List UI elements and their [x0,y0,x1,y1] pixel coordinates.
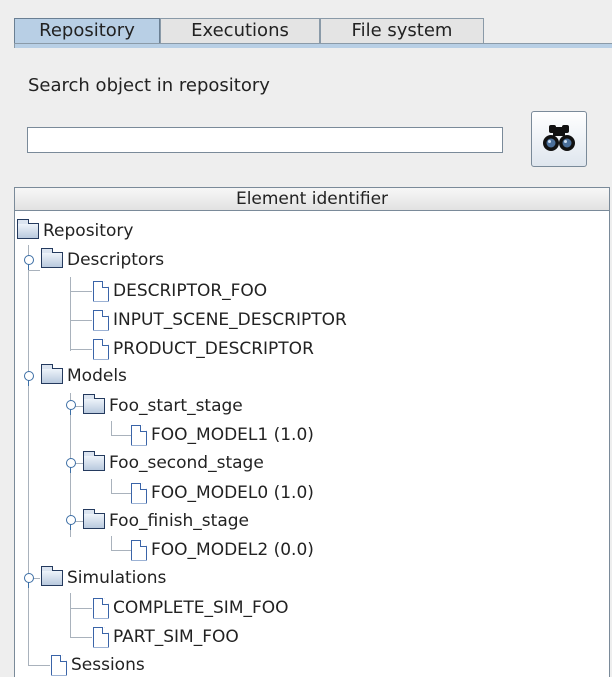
tree-line [70,349,92,350]
search-input[interactable] [27,127,503,153]
binoculars-icon [543,125,575,151]
tree-node-simulation[interactable]: PART_SIM_FOO [93,623,239,651]
tree-node-stage[interactable]: Foo_second_stage [83,449,264,477]
search-button[interactable] [531,111,587,167]
tree-node-models[interactable]: Models [41,362,127,390]
column-header-element-identifier[interactable]: Element identifier [14,187,610,211]
document-icon [93,626,109,648]
tab-bar: Repository Executions File system [14,18,612,44]
tree-line [111,421,112,435]
tree-line [70,277,71,351]
panel-top-border [14,44,612,48]
tree-line [111,536,112,550]
expand-handle-icon[interactable] [66,515,76,530]
tab-repository-label: Repository [39,20,135,41]
expand-handle-icon[interactable] [24,573,34,588]
folder-icon [41,248,63,268]
tree-node-descriptor[interactable]: INPUT_SCENE_DESCRIPTOR [93,306,347,334]
tree-node-descriptor[interactable]: PRODUCT_DESCRIPTOR [93,335,314,363]
tree-line [111,479,112,493]
tree-node-descriptors[interactable]: Descriptors [41,246,164,274]
folder-icon [41,566,63,586]
tree-node-simulation[interactable]: COMPLETE_SIM_FOO [93,594,289,622]
expand-handle-icon[interactable] [66,400,76,415]
tree-node-label: Foo_finish_stage [109,511,250,531]
tree-line [28,245,29,665]
tree-node-label: PART_SIM_FOO [113,627,239,647]
tree-node-label: Models [67,366,127,386]
tree-node-label: Foo_second_stage [109,453,264,473]
search-label: Search object in repository [28,75,270,96]
tree-node-label: DESCRIPTOR_FOO [113,281,268,301]
tree-node-label: Simulations [67,568,167,588]
document-icon [131,424,147,446]
tab-file-system[interactable]: File system [320,18,484,43]
repository-tree: Repository Descriptors DESCRIPTOR_FOO IN… [14,211,610,677]
tree-line [111,493,131,494]
tree-node-label: COMPLETE_SIM_FOO [113,598,289,618]
folder-icon [17,219,39,239]
expand-handle-icon[interactable] [24,255,34,270]
tab-repository[interactable]: Repository [14,18,160,43]
tree-node-label: FOO_MODEL2 (0.0) [151,540,314,560]
tab-executions[interactable]: Executions [160,18,320,43]
document-icon [93,597,109,619]
tree-line [70,291,92,292]
tree-node-simulations[interactable]: Simulations [41,564,166,592]
tree-node-label: Foo_start_stage [109,396,243,416]
tree-node-label: INPUT_SCENE_DESCRIPTOR [113,310,347,330]
tree-node-label: PRODUCT_DESCRIPTOR [113,339,314,359]
tree-line [70,637,92,638]
tree-line [111,435,131,436]
tree-node-label: Repository [43,221,134,241]
tree-node-repository[interactable]: Repository [17,217,133,245]
folder-icon [83,509,105,529]
expand-handle-icon[interactable] [24,371,34,386]
tab-executions-label: Executions [191,20,289,41]
tree-line [28,665,50,666]
document-icon [93,338,109,360]
expand-handle-icon[interactable] [66,458,76,473]
tree-node-label: Sessions [71,655,145,675]
tree-line [70,593,71,637]
tree-node-label: Descriptors [67,250,165,270]
document-icon [131,539,147,561]
tree-node-stage[interactable]: Foo_finish_stage [83,507,249,535]
tree-node-model[interactable]: FOO_MODEL0 (1.0) [131,479,314,507]
column-header-label: Element identifier [235,189,389,209]
tree-line [70,320,92,321]
document-icon [93,309,109,331]
folder-icon [83,451,105,471]
tree-node-label: FOO_MODEL0 (1.0) [151,483,314,503]
tree-line [111,550,131,551]
document-icon [51,654,67,676]
tree-node-label: FOO_MODEL1 (1.0) [151,425,314,445]
tree-node-sessions[interactable]: Sessions [51,651,145,677]
tab-file-system-label: File system [351,20,453,41]
tree-node-descriptor[interactable]: DESCRIPTOR_FOO [93,277,267,305]
tree-node-model[interactable]: FOO_MODEL1 (1.0) [131,421,314,449]
folder-icon [83,394,105,414]
tree-line [70,608,92,609]
document-icon [93,280,109,302]
tree-line [28,270,40,271]
folder-icon [41,364,63,384]
document-icon [131,482,147,504]
tree-node-stage[interactable]: Foo_start_stage [83,392,243,420]
tree-node-model[interactable]: FOO_MODEL2 (0.0) [131,536,314,564]
